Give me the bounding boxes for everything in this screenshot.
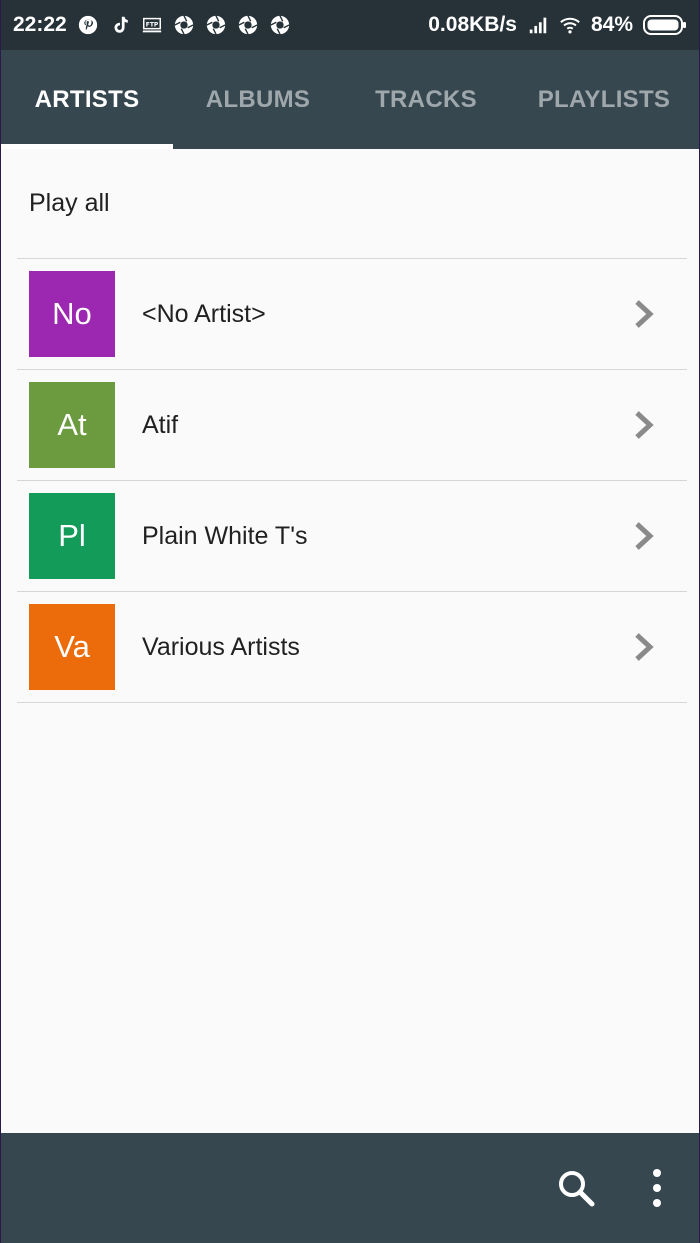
artist-avatar: At <box>29 382 115 468</box>
search-icon[interactable] <box>556 1168 596 1208</box>
tiktok-icon <box>109 14 131 36</box>
artist-name: <No Artist> <box>142 299 266 328</box>
status-bar: 22:22 FTP 0.08KB/s 84% <box>1 0 699 50</box>
bottom-toolbar <box>1 1133 699 1243</box>
pinterest-icon <box>77 14 99 36</box>
wifi-icon <box>559 14 581 36</box>
artist-name: Atif <box>142 410 179 439</box>
artist-avatar: Va <box>29 604 115 690</box>
battery-icon <box>643 14 687 36</box>
divider <box>17 702 687 703</box>
artist-list: Play all No <No Artist> At Atif Pl Plain… <box>1 149 699 703</box>
artist-avatar: No <box>29 271 115 357</box>
signal-icon <box>527 14 549 36</box>
shutter-icon <box>205 14 227 36</box>
artist-row-various-artists[interactable]: Va Various Artists <box>1 592 699 702</box>
shutter-icon <box>173 14 195 36</box>
artist-row-atif[interactable]: At Atif <box>1 370 699 480</box>
chevron-right-icon <box>635 300 654 328</box>
artist-row-no-artist[interactable]: No <No Artist> <box>1 259 699 369</box>
artist-name: Various Artists <box>142 632 300 661</box>
tab-artists[interactable]: ARTISTS <box>1 50 173 149</box>
tab-playlists[interactable]: PLAYLISTS <box>509 50 699 149</box>
tab-tracks[interactable]: TRACKS <box>343 50 509 149</box>
artist-name: Plain White T's <box>142 521 308 550</box>
tab-bar: ARTISTS ALBUMS TRACKS PLAYLISTS <box>1 50 699 149</box>
artist-avatar: Pl <box>29 493 115 579</box>
chevron-right-icon <box>635 522 654 550</box>
chevron-right-icon <box>635 633 654 661</box>
play-all-button[interactable]: Play all <box>1 149 699 258</box>
ftp-icon: FTP <box>141 14 163 36</box>
status-time: 22:22 <box>13 13 67 36</box>
battery-percent: 84% <box>590 13 633 36</box>
svg-text:FTP: FTP <box>145 21 158 28</box>
network-speed: 0.08KB/s <box>428 13 517 36</box>
more-vert-icon[interactable] <box>642 1166 672 1210</box>
tab-albums[interactable]: ALBUMS <box>173 50 343 149</box>
chevron-right-icon <box>635 411 654 439</box>
artist-row-plain-white-ts[interactable]: Pl Plain White T's <box>1 481 699 591</box>
shutter-icon <box>237 14 259 36</box>
shutter-icon <box>269 14 291 36</box>
